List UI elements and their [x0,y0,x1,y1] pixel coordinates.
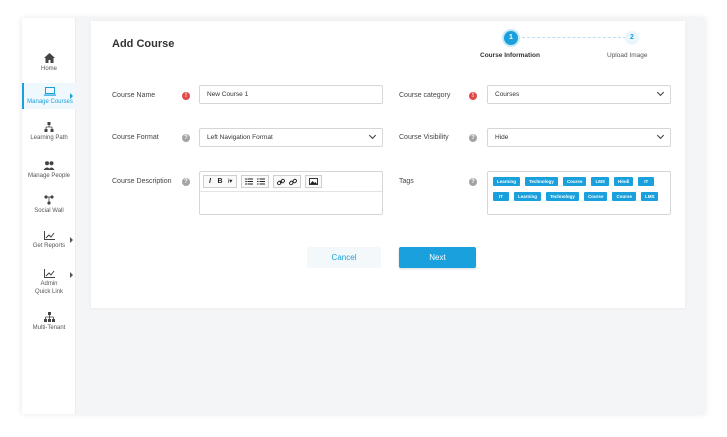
stepper-connector [522,37,626,38]
link-group [273,175,301,188]
sidebar-item-admin-quick-link[interactable]: Admin Quick Link [22,269,76,296]
tag-chip[interactable]: Hindi [613,177,634,186]
tag-chip[interactable]: Course [562,177,587,186]
image-icon[interactable] [309,178,318,185]
tag-chip[interactable]: Learning [493,177,521,186]
course-format-select[interactable]: Left Navigation Format [199,128,383,147]
chart-icon [43,231,55,240]
tag-chip[interactable]: Technology [546,192,579,201]
next-button[interactable]: Next [399,247,476,268]
sidebar-item-multi-tenant[interactable]: Multi-Tenant [22,312,76,333]
chevron-down-icon [368,131,377,140]
course-visibility-select[interactable]: Hide [487,128,671,147]
tag-chip[interactable]: Course [612,192,636,201]
sitemap-icon [44,122,54,132]
chart-icon [43,269,55,278]
link-icon[interactable] [277,178,285,186]
sidebar-item-label: Manage People [27,173,71,179]
unlink-icon[interactable] [289,178,297,186]
step-1-indicator[interactable]: 1 [504,31,518,45]
step-1-label: Course Information [480,52,540,59]
network-icon [43,312,55,322]
people-icon [43,161,55,170]
add-course-card: Add Course 1 2 Course Information Upload… [91,21,685,308]
course-format-label: Course Format [112,134,159,141]
tags-row-1: Learning Technology Course LMS Hindi IT [493,177,655,186]
list-group [241,175,269,188]
tag-chip[interactable]: IT [638,177,655,186]
tags-field[interactable]: Learning Technology Course LMS Hindi IT … [487,171,671,215]
required-icon: ! [182,92,190,100]
course-visibility-value: Hide [495,134,509,141]
course-category-value: Courses [495,91,520,98]
course-category-label: Course category [399,92,451,99]
course-description-editor[interactable]: I B i▾ [199,171,383,215]
editor-divider [200,191,382,192]
tags-row-2: IT Learning Technology Course Course LMS [493,192,659,201]
sidebar-item-label: Social Wall [34,208,64,214]
required-icon: ! [469,92,477,100]
sidebar-item-get-reports[interactable]: Get Reports [22,231,76,251]
help-icon[interactable]: ? [469,134,477,142]
chevron-right-icon [70,93,73,99]
sidebar-item-label: Learning Path [30,135,68,141]
help-icon[interactable]: ? [469,178,477,186]
tag-chip[interactable]: IT [493,192,509,201]
tags-label: Tags [399,178,414,185]
tag-chip[interactable]: LMS [640,192,659,201]
course-format-value: Left Navigation Format [207,134,273,141]
numbered-list-icon[interactable] [257,178,265,185]
chevron-right-icon [70,237,73,243]
course-name-label: Course Name [112,92,156,99]
home-icon [43,53,55,63]
help-icon[interactable]: ? [182,178,190,186]
text-format-group: I B i▾ [203,175,237,188]
course-category-select[interactable]: Courses [487,85,671,104]
media-group [305,175,322,188]
sidebar-item-label: Get Reports [32,243,66,249]
course-description-label: Course Description [112,178,172,185]
sidebar-item-manage-courses[interactable]: Manage Courses [22,83,76,109]
bullet-list-icon[interactable] [245,178,253,185]
sidebar-item-label: Manage Courses [27,99,73,105]
step-2-label: Upload Image [607,52,648,59]
sidebar-item-label: Multi-Tenant [32,325,66,331]
tag-chip[interactable]: LMS [591,177,609,186]
course-name-input[interactable]: New Course 1 [199,85,383,104]
page-title: Add Course [112,38,175,50]
help-icon[interactable]: ? [182,134,190,142]
sidebar-item-label: Admin Quick Link [34,281,63,295]
step-2-indicator[interactable]: 2 [625,31,639,45]
course-visibility-label: Course Visibility [399,134,449,141]
sidebar-item-learning-path[interactable]: Learning Path [22,122,76,143]
sidebar-item-social-wall[interactable]: Social Wall [22,195,76,216]
chevron-down-icon [656,88,665,97]
italic-button[interactable]: I [207,175,213,188]
sidebar-item-manage-people[interactable]: Manage People [22,161,76,181]
sidebar-item-home[interactable]: Home [22,53,76,74]
bold-button[interactable]: B [217,175,223,188]
laptop-icon [44,87,56,96]
share-icon [44,195,54,205]
editor-toolbar: I B i▾ [203,175,322,189]
tag-chip[interactable]: Course [583,192,608,201]
cancel-button[interactable]: Cancel [307,247,381,268]
sidebar: Home Manage Courses Learning Path Manage… [22,18,76,414]
sidebar-item-label: Home [40,66,57,72]
chevron-right-icon [70,272,73,278]
tag-chip[interactable]: Learning [514,192,542,201]
format-dropdown-button[interactable]: i▾ [227,175,233,188]
tag-chip[interactable]: Technology [525,177,558,186]
chevron-down-icon [656,131,665,140]
